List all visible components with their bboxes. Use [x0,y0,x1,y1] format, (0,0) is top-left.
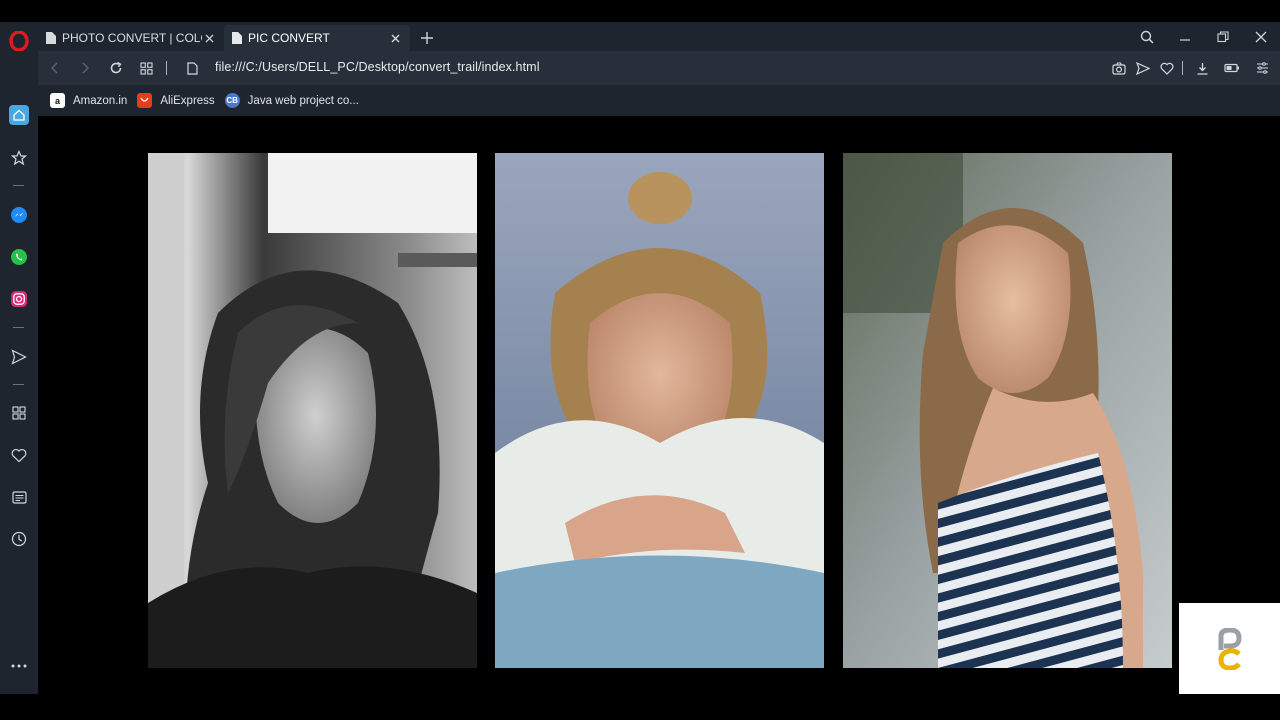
more-icon[interactable] [9,656,29,676]
star-icon[interactable] [9,148,29,168]
aliexpress-icon [137,93,153,108]
messenger-icon[interactable] [9,205,29,225]
tab-title: PIC CONVERT [248,31,330,45]
browser-chrome: PHOTO CONVERT | COLOUR PIC CONVERT [0,22,1280,116]
send-page-icon[interactable] [1135,60,1151,76]
top-band [0,0,1280,22]
news-icon[interactable] [9,487,29,507]
grid-icon[interactable] [9,403,29,423]
cb-icon: CB [224,93,240,108]
history-icon[interactable] [9,529,29,549]
opera-logo-icon[interactable] [9,31,29,51]
photo-bw-portrait[interactable] [148,153,477,668]
document-icon [46,32,56,44]
reload-icon[interactable] [108,60,124,76]
new-tab-button[interactable] [416,27,438,49]
instagram-icon[interactable] [9,289,29,309]
divider [166,61,167,75]
document-icon [232,32,242,44]
bookmark-amazon[interactable]: a Amazon.in [50,93,127,108]
speed-dial-icon[interactable] [138,60,154,76]
page-info-icon[interactable] [184,60,200,76]
divider [13,384,24,385]
divider [13,185,24,186]
bookmark-java-web-project[interactable]: CB Java web project co... [224,93,359,108]
tab-photo-convert[interactable]: PHOTO CONVERT | COLOUR [38,25,224,51]
minimize-button[interactable] [1166,24,1204,50]
easy-setup-icon[interactable] [1254,60,1270,76]
back-icon[interactable] [47,60,63,76]
battery-saver-icon[interactable] [1224,60,1240,76]
sidebar [0,60,38,694]
forward-icon[interactable] [77,60,93,76]
page-content [38,116,1280,694]
divider [1182,61,1183,75]
home-icon[interactable] [9,105,29,125]
watermark-logo [1179,603,1280,694]
photo-white-sweater[interactable] [495,153,824,668]
bottom-band [0,694,1280,720]
url-field[interactable]: file:///C:/Users/DELL_PC/Desktop/convert… [215,60,540,74]
photo-striped-top[interactable] [843,153,1172,668]
tab-strip: PHOTO CONVERT | COLOUR PIC CONVERT [38,25,438,51]
send-icon[interactable] [9,347,29,367]
window-controls [1128,24,1280,50]
close-tab-icon[interactable] [388,31,402,45]
snapshot-icon[interactable] [1111,60,1127,76]
logo-icon [1217,627,1242,670]
close-window-button[interactable] [1242,24,1280,50]
search-tabs-icon[interactable] [1128,24,1166,50]
download-icon[interactable] [1194,60,1210,76]
bookmark-label: Java web project co... [247,94,359,107]
bookmark-label: AliExpress [160,94,215,107]
bookmark-label: Amazon.in [73,94,128,107]
tab-pic-convert[interactable]: PIC CONVERT [224,25,410,51]
amazon-icon: a [50,93,65,108]
address-bar: file:///C:/Users/DELL_PC/Desktop/convert… [38,51,1280,85]
bookmark-aliexpress[interactable]: AliExpress [137,93,215,108]
bookmarks-bar: a Amazon.in AliExpress CB Java web proje… [38,85,1280,116]
close-tab-icon[interactable] [202,31,216,45]
restore-button[interactable] [1204,24,1242,50]
whatsapp-icon[interactable] [9,247,29,267]
heart-icon[interactable] [9,445,29,465]
bookmark-heart-icon[interactable] [1159,60,1175,76]
tab-title: PHOTO CONVERT | COLOUR [62,31,202,45]
divider [13,327,24,328]
